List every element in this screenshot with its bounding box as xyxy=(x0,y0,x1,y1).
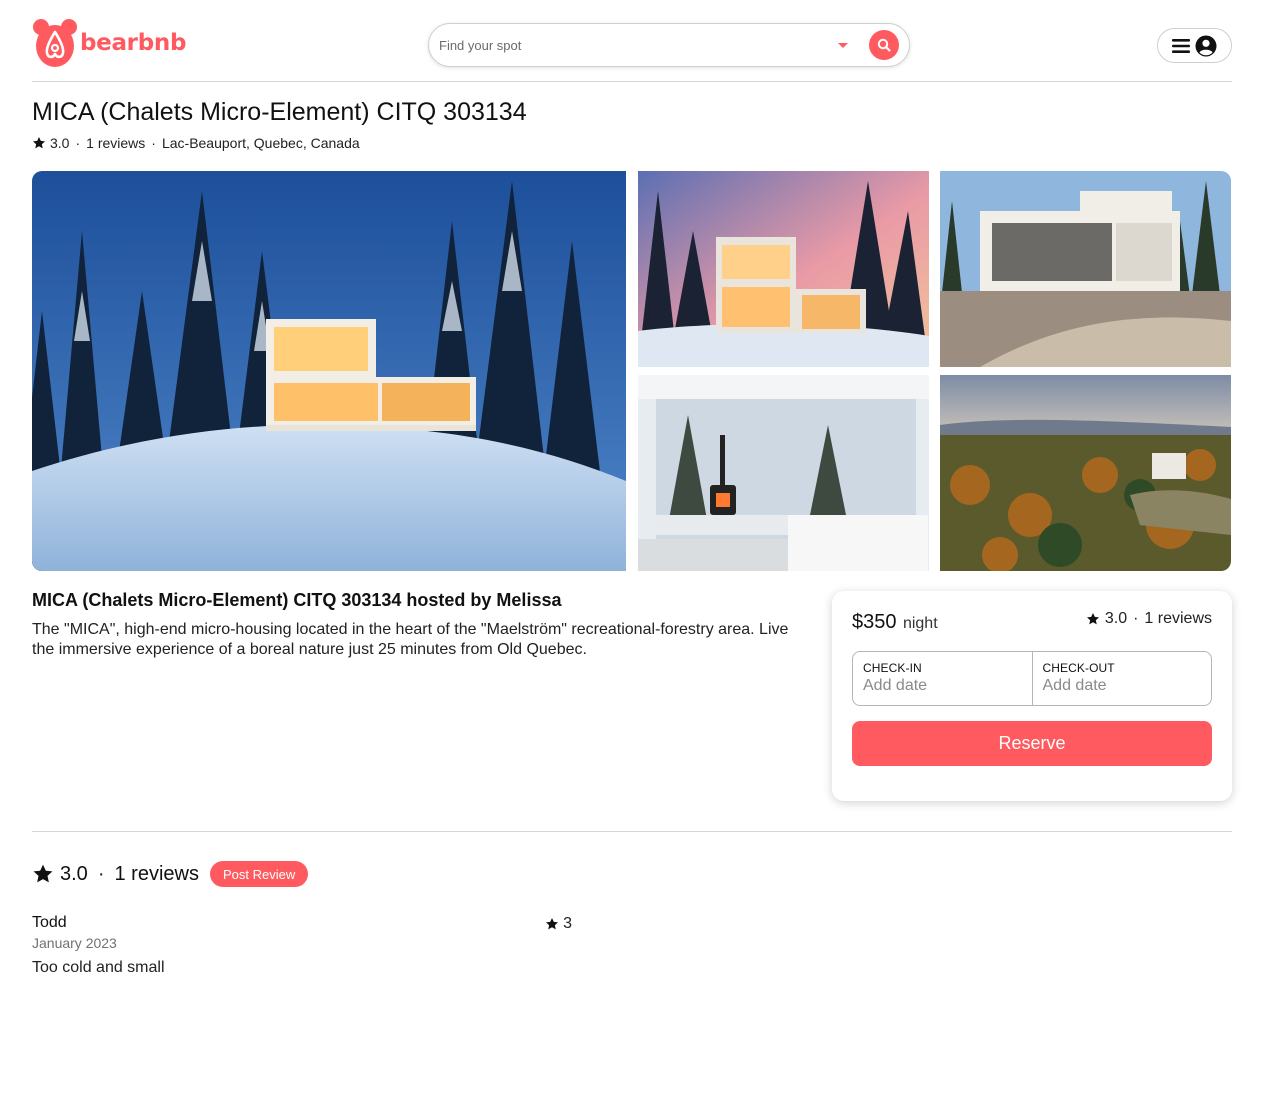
listing-title: MICA (Chalets Micro-Element) CITQ 303134 xyxy=(32,98,527,126)
search-icon xyxy=(877,38,891,52)
listing-meta: 3.0 · 1 reviews · Lac-Beauport, Quebec, … xyxy=(32,135,360,151)
booking-rating-value: 3.0 xyxy=(1104,610,1128,627)
review-item: Todd January 2023 Too cold and small 3 xyxy=(32,914,572,977)
reserve-button[interactable]: Reserve xyxy=(852,721,1212,766)
photo-gallery xyxy=(32,171,1232,571)
photo-thumbnail-4[interactable] xyxy=(940,375,1231,571)
post-review-button[interactable]: Post Review xyxy=(209,861,309,887)
review-stars: 3 xyxy=(545,915,572,933)
star-icon xyxy=(33,864,53,883)
booking-rating: 3.0 · 1 reviews xyxy=(1086,610,1212,628)
checkin-field[interactable]: CHECK-IN Add date xyxy=(853,652,1032,705)
separator-dot: · xyxy=(97,862,105,885)
chevron-down-icon[interactable] xyxy=(838,43,848,48)
search-bar xyxy=(428,23,910,67)
listing-reviews-count[interactable]: 1 reviews xyxy=(86,135,145,151)
checkin-value: Add date xyxy=(863,677,928,694)
price-amount: $350 xyxy=(852,611,897,633)
search-button[interactable] xyxy=(869,30,899,60)
separator-dot: · xyxy=(151,135,156,151)
separator-dot: · xyxy=(1133,610,1139,627)
photo-thumbnail-2[interactable] xyxy=(940,171,1231,367)
review-star-count: 3 xyxy=(563,915,572,932)
photo-thumbnail-1[interactable] xyxy=(638,171,929,367)
star-icon xyxy=(1086,613,1099,625)
reviews-rating: 3.0 xyxy=(60,862,88,885)
listing-description: The "MICA", high-end micro-housing locat… xyxy=(32,621,789,658)
home-logo-link[interactable]: bearbnb xyxy=(32,18,186,68)
checkout-label: CHECK-OUT xyxy=(1042,661,1115,675)
user-profile-icon xyxy=(1195,35,1217,56)
review-date: January 2023 xyxy=(32,935,117,951)
listing-rating: 3.0 xyxy=(50,135,70,151)
hamburger-menu-icon xyxy=(1172,38,1190,53)
section-divider xyxy=(32,831,1232,832)
review-text: Too cold and small xyxy=(32,959,165,976)
booking-reviews-count: 1 reviews xyxy=(1144,610,1212,627)
separator-dot: · xyxy=(75,135,81,151)
checkout-field[interactable]: CHECK-OUT Add date xyxy=(1031,652,1212,705)
reviews-count: 1 reviews xyxy=(114,862,199,885)
search-input[interactable] xyxy=(439,34,819,56)
star-icon xyxy=(546,918,559,930)
checkin-label: CHECK-IN xyxy=(863,661,922,675)
bear-logo-icon xyxy=(33,19,77,67)
booking-card: $350 night 3.0 · 1 reviews CHECK-IN Add … xyxy=(832,591,1232,801)
price-unit: night xyxy=(902,615,938,632)
user-menu-button[interactable] xyxy=(1157,28,1232,63)
top-header: bearbnb xyxy=(32,16,1232,82)
checkout-value: Add date xyxy=(1042,677,1107,694)
listing-location[interactable]: Lac-Beauport, Quebec, Canada xyxy=(162,135,360,151)
price-display: $350 night xyxy=(852,611,938,634)
host-line: MICA (Chalets Micro-Element) CITQ 303134… xyxy=(32,590,562,610)
star-icon xyxy=(32,137,46,149)
brand-name: bearbnb xyxy=(80,30,187,56)
reviews-header: 3.0 · 1 reviews Post Review xyxy=(32,861,309,887)
photo-thumbnail-3[interactable] xyxy=(638,375,929,571)
photo-main[interactable] xyxy=(32,171,626,571)
date-picker: CHECK-IN Add date CHECK-OUT Add date xyxy=(852,651,1212,706)
reviewer-name: Todd xyxy=(32,914,67,931)
